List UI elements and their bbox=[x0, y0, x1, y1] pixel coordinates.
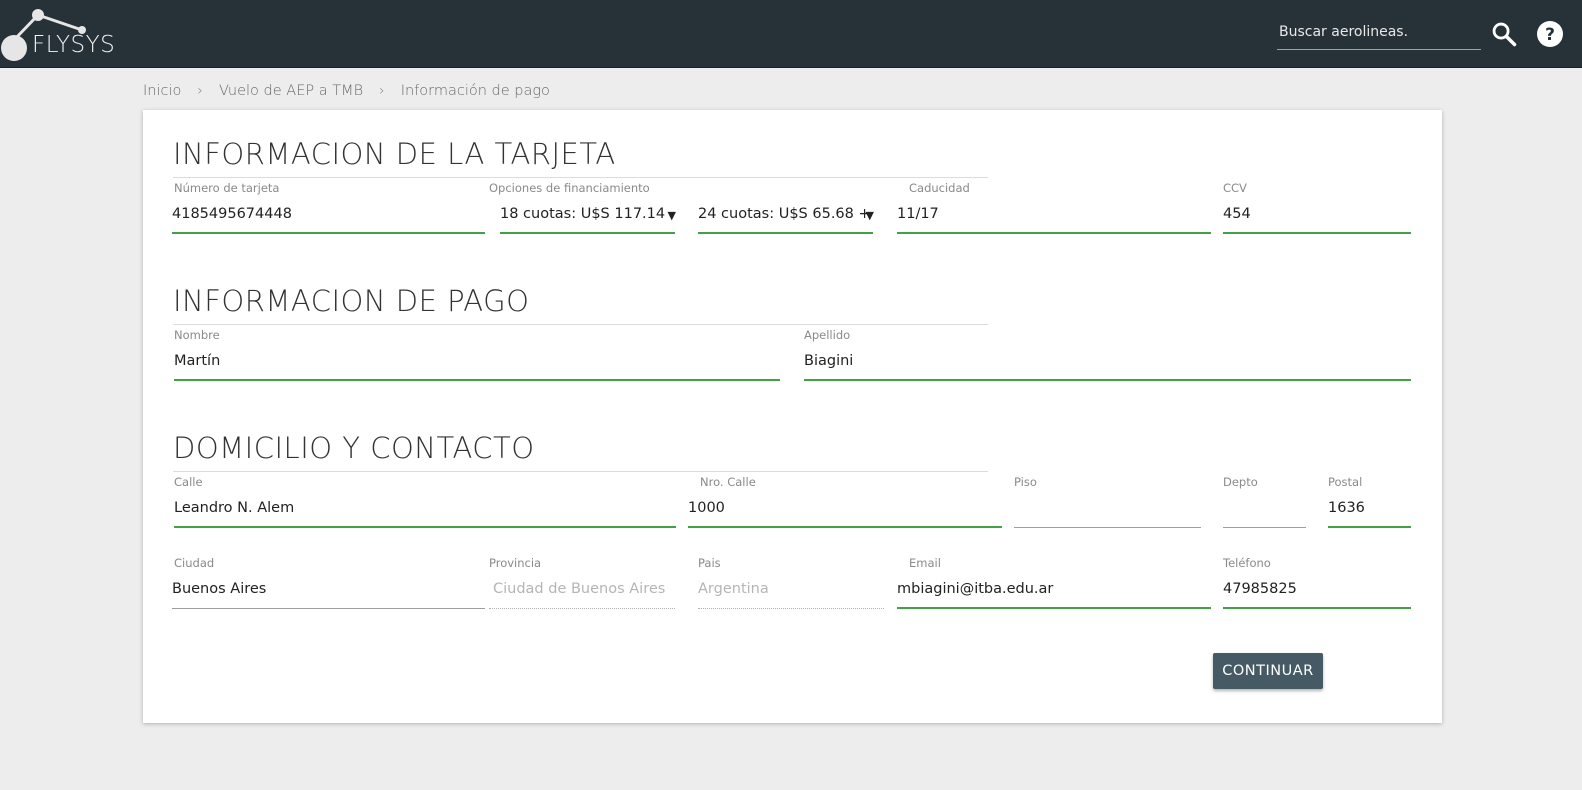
search-button[interactable] bbox=[1490, 20, 1518, 48]
postal-label: Postal bbox=[1328, 475, 1363, 489]
section-title-address: DOMICILIO Y CONTACTO bbox=[173, 431, 535, 465]
field-underline bbox=[688, 526, 1002, 528]
help-icon: ? bbox=[1537, 21, 1563, 47]
expiry-field: Caducidad bbox=[897, 181, 1211, 241]
svg-text:?: ? bbox=[1545, 25, 1555, 45]
country-value: Argentina bbox=[698, 581, 769, 597]
floor-input[interactable] bbox=[1014, 500, 1201, 516]
section-divider bbox=[173, 177, 988, 178]
street-number-label: Nro. Calle bbox=[700, 475, 756, 489]
last-name-input[interactable] bbox=[804, 353, 1411, 369]
ccv-label: CCV bbox=[1223, 181, 1247, 195]
floor-label: Piso bbox=[1014, 475, 1037, 489]
first-name-field: Nombre bbox=[174, 328, 780, 388]
breadcrumb-flight[interactable]: Vuelo de AEP a TMB bbox=[219, 83, 363, 99]
expiry-input[interactable] bbox=[897, 206, 1211, 222]
country-label: Pais bbox=[698, 556, 721, 570]
ccv-input[interactable] bbox=[1223, 206, 1411, 222]
breadcrumb-current: Información de pago bbox=[400, 83, 550, 99]
field-underline bbox=[897, 232, 1211, 234]
breadcrumb-home[interactable]: Inicio bbox=[143, 83, 181, 99]
last-name-field: Apellido bbox=[804, 328, 1411, 388]
dropdown-arrow-icon: ▼ bbox=[667, 209, 676, 222]
floor-field: Piso bbox=[1014, 475, 1201, 535]
first-name-label: Nombre bbox=[174, 328, 220, 342]
top-bar: FLYSYS ? bbox=[0, 0, 1582, 68]
field-underline bbox=[897, 607, 1211, 609]
financing-select-24[interactable]: 24 cuotas: U$S 65.68 + 23 ▼ bbox=[698, 181, 874, 241]
phone-input[interactable] bbox=[1223, 581, 1411, 597]
postal-input[interactable] bbox=[1328, 500, 1411, 516]
logo[interactable]: FLYSYS bbox=[0, 6, 130, 64]
province-field: Provincia Ciudad de Buenos Aires bbox=[489, 556, 675, 616]
email-input[interactable] bbox=[897, 581, 1211, 597]
search-box bbox=[1277, 14, 1481, 50]
field-underline bbox=[1223, 232, 1411, 234]
search-input[interactable] bbox=[1277, 14, 1481, 49]
section-divider bbox=[173, 324, 988, 325]
continue-button[interactable]: CONTINUAR bbox=[1213, 653, 1323, 689]
email-field: Email bbox=[897, 556, 1211, 616]
section-divider bbox=[173, 471, 988, 472]
last-name-label: Apellido bbox=[804, 328, 851, 342]
section-title-card: INFORMACION DE LA TARJETA bbox=[173, 137, 616, 171]
city-field: Ciudad bbox=[172, 556, 485, 616]
province-value: Ciudad de Buenos Aires bbox=[493, 581, 666, 597]
apartment-input[interactable] bbox=[1223, 500, 1306, 516]
phone-field: Teléfono bbox=[1223, 556, 1411, 616]
street-input[interactable] bbox=[174, 500, 676, 516]
card-number-label: Número de tarjeta bbox=[174, 181, 280, 195]
street-number-field: Nro. Calle bbox=[688, 475, 1002, 535]
street-label: Calle bbox=[174, 475, 203, 489]
card-number-field: Número de tarjeta bbox=[172, 181, 485, 241]
city-input[interactable] bbox=[172, 581, 485, 597]
email-label: Email bbox=[909, 556, 941, 570]
financing-option-18: 18 cuotas: U$S 117.14 + 1 bbox=[500, 206, 675, 222]
search-icon bbox=[1492, 22, 1517, 47]
province-label: Provincia bbox=[489, 556, 542, 570]
apartment-field: Depto bbox=[1223, 475, 1306, 535]
field-underline bbox=[174, 526, 676, 528]
country-field: Pais Argentina bbox=[698, 556, 884, 616]
payment-form-card: INFORMACION DE LA TARJETA Número de tarj… bbox=[143, 110, 1442, 723]
street-number-input[interactable] bbox=[688, 500, 1002, 516]
financing-select-18[interactable]: 18 cuotas: U$S 117.14 + 1 ▼ bbox=[500, 181, 676, 241]
expiry-label: Caducidad bbox=[909, 181, 970, 195]
field-underline bbox=[698, 608, 884, 609]
city-label: Ciudad bbox=[174, 556, 215, 570]
apartment-label: Depto bbox=[1223, 475, 1258, 489]
field-underline bbox=[174, 379, 780, 381]
field-underline bbox=[489, 608, 675, 609]
ccv-field: CCV bbox=[1223, 181, 1411, 241]
field-underline bbox=[698, 232, 873, 234]
help-button[interactable]: ? bbox=[1535, 19, 1565, 49]
breadcrumb: Inicio › Vuelo de AEP a TMB › Informació… bbox=[143, 81, 550, 101]
street-field: Calle bbox=[174, 475, 676, 535]
postal-field: Postal bbox=[1328, 475, 1411, 535]
field-underline bbox=[172, 608, 485, 609]
chevron-right-icon: › bbox=[379, 83, 385, 99]
field-underline bbox=[804, 379, 1411, 381]
card-number-input[interactable] bbox=[172, 206, 485, 222]
financing-option-24: 24 cuotas: U$S 65.68 + 23 bbox=[698, 206, 873, 222]
chevron-right-icon: › bbox=[197, 83, 203, 99]
section-title-payment: INFORMACION DE PAGO bbox=[173, 284, 530, 318]
field-underline bbox=[172, 232, 485, 234]
field-underline bbox=[1223, 607, 1411, 609]
field-underline bbox=[1014, 527, 1201, 528]
phone-label: Teléfono bbox=[1223, 556, 1271, 570]
first-name-input[interactable] bbox=[174, 353, 780, 369]
field-underline bbox=[500, 232, 675, 234]
field-underline bbox=[1223, 527, 1306, 528]
logo-text: FLYSYS bbox=[32, 32, 116, 58]
dropdown-arrow-icon: ▼ bbox=[865, 209, 874, 222]
field-underline bbox=[1328, 526, 1411, 528]
